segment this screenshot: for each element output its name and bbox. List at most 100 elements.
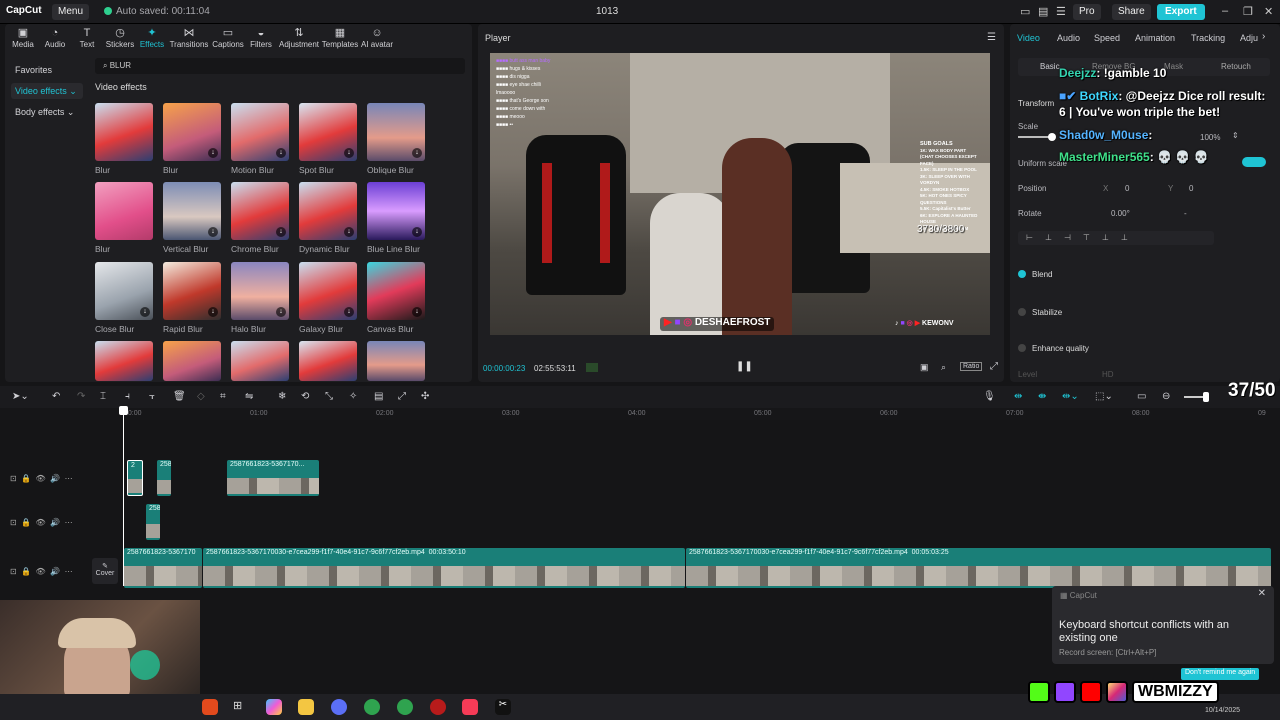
chrome-icon[interactable]: [364, 699, 380, 715]
chrome-icon-2[interactable]: [397, 699, 413, 715]
share-button[interactable]: Share: [1112, 4, 1151, 20]
stabilize-checkbox[interactable]: [1018, 308, 1026, 316]
rotate-value[interactable]: 0.00°: [1111, 209, 1130, 218]
split-left-icon[interactable]: ⫞: [125, 391, 130, 402]
pen-app-icon[interactable]: [202, 699, 218, 715]
marker-icon[interactable]: ◇: [197, 391, 205, 402]
mirror-icon[interactable]: ⇋: [245, 391, 253, 402]
chevron-right-icon[interactable]: ›: [1262, 31, 1265, 42]
select-tool-icon[interactable]: ➤⌄: [12, 391, 29, 402]
pos-y-value[interactable]: 0: [1189, 184, 1193, 193]
effect-thumbnail[interactable]: ↓: [367, 182, 425, 240]
tab-speed[interactable]: Speed: [1094, 33, 1120, 43]
effect-thumbnail[interactable]: ↓: [163, 182, 221, 240]
effect-thumbnail[interactable]: [367, 341, 425, 381]
timeline-clip[interactable]: 258: [146, 504, 160, 540]
download-icon[interactable]: ↓: [412, 227, 422, 237]
reverse-icon[interactable]: ⟲: [301, 391, 309, 402]
effect-thumbnail[interactable]: ↓: [367, 262, 425, 320]
expand-icon[interactable]: ⤢: [990, 361, 998, 372]
video-preview[interactable]: ■■■■ butt ass man baby ■■■■ hugs & kisses…: [490, 53, 990, 335]
tab-adjustment-props[interactable]: Adju: [1240, 33, 1258, 43]
resize-icon[interactable]: ⤢: [398, 391, 406, 402]
effect-thumbnail[interactable]: [95, 182, 153, 240]
effect-thumbnail[interactable]: [95, 341, 153, 381]
tab-tracking[interactable]: Tracking: [1191, 33, 1225, 43]
effect-thumbnail[interactable]: [231, 341, 289, 381]
rotate-flip[interactable]: -: [1184, 209, 1187, 218]
align-icon[interactable]: ⬚⌄: [1095, 391, 1113, 402]
motion-tracking-icon[interactable]: ✣: [421, 391, 429, 402]
track-controls[interactable]: ⊡ 🔒 👁 🔊 ⋯: [10, 518, 73, 527]
pause-button[interactable]: ❚❚: [736, 361, 753, 372]
playhead-handle[interactable]: [119, 406, 128, 415]
blend-label[interactable]: Blend: [1032, 270, 1052, 279]
effect-thumbnail[interactable]: ↓: [299, 262, 357, 320]
download-icon[interactable]: ↓: [412, 307, 422, 317]
menu-button[interactable]: Menu: [52, 4, 90, 20]
download-icon[interactable]: ↓: [344, 227, 354, 237]
settings-icon[interactable]: ☰: [1056, 5, 1066, 18]
enhance-quality-label[interactable]: Enhance quality: [1032, 344, 1089, 353]
main-track-clip[interactable]: 2587661823-5367170030-e7cea299-f1f7-40e4…: [203, 548, 685, 588]
timecode-format-icon[interactable]: [586, 363, 598, 372]
capcut-taskbar-icon[interactable]: ✂: [495, 699, 511, 715]
enhance-checkbox[interactable]: [1018, 344, 1026, 352]
effect-thumbnail[interactable]: ↓: [299, 182, 357, 240]
project-title[interactable]: 1013: [596, 6, 618, 17]
effect-thumbnail[interactable]: ↓: [231, 262, 289, 320]
effect-thumbnail[interactable]: ↓: [231, 182, 289, 240]
redo-icon[interactable]: ↷: [77, 391, 85, 402]
freeze-icon[interactable]: ❄: [278, 391, 286, 402]
effect-thumbnail[interactable]: ↓: [367, 103, 425, 161]
close-icon[interactable]: ✕: [1264, 5, 1273, 18]
scale-slider[interactable]: [1018, 136, 1052, 138]
link-icon[interactable]: ⇼: [1038, 391, 1046, 402]
download-icon[interactable]: ↓: [344, 307, 354, 317]
magic-icon[interactable]: ✧: [349, 391, 357, 402]
align-buttons[interactable]: ⊢⊥⊣⊤⊥⊥: [1018, 231, 1214, 245]
effect-thumbnail[interactable]: ↓: [163, 262, 221, 320]
download-icon[interactable]: ↓: [276, 227, 286, 237]
speed-icon[interactable]: ⤡: [325, 391, 333, 402]
crop-icon[interactable]: ⌗: [220, 391, 226, 402]
task-view-icon[interactable]: ⊞: [233, 699, 249, 715]
zoom-slider-handle[interactable]: [1203, 392, 1209, 402]
pro-button[interactable]: Pro: [1073, 4, 1101, 20]
caption-icon[interactable]: ▤: [374, 391, 383, 402]
timeline-ruler[interactable]: 00:00 01:00 02:00 03:00 04:00 05:00 06:0…: [0, 408, 1280, 420]
timeline-clip[interactable]: 2587661823-5367170...: [227, 460, 319, 496]
main-track-clip[interactable]: 2587661823-5367170: [124, 548, 202, 588]
effect-thumbnail[interactable]: [163, 341, 221, 381]
blend-checkbox[interactable]: [1018, 270, 1026, 278]
music-icon[interactable]: [462, 699, 478, 715]
ratio-button[interactable]: Ratio: [960, 362, 983, 371]
download-icon[interactable]: ↓: [344, 148, 354, 158]
download-icon[interactable]: ↓: [208, 227, 218, 237]
main-track-magnet-icon[interactable]: ⇹: [1014, 391, 1022, 402]
level-value[interactable]: HD: [1102, 370, 1114, 379]
main-track-clip[interactable]: 2587661823-5367170030-e7cea299-f1f7-40e4…: [686, 548, 1271, 588]
microphone-icon[interactable]: 🎙: [983, 391, 996, 402]
timeline-clip[interactable]: 258: [157, 460, 171, 496]
download-icon[interactable]: ↓: [208, 307, 218, 317]
copilot-icon[interactable]: [266, 699, 282, 715]
track-controls[interactable]: ⊡ 🔒 👁 🔊 ⋯: [10, 567, 73, 576]
layout-icon[interactable]: ▭: [1020, 5, 1030, 18]
effect-thumbnail[interactable]: ↓: [95, 262, 153, 320]
effect-thumbnail[interactable]: ↓: [231, 103, 289, 161]
download-icon[interactable]: ↓: [140, 307, 150, 317]
discord-icon[interactable]: [331, 699, 347, 715]
cover-button[interactable]: ✎ Cover: [92, 558, 118, 584]
effect-thumbnail[interactable]: ↓: [299, 103, 357, 161]
preview-axis-icon[interactable]: ⇹⌄: [1062, 391, 1079, 402]
zoom-out-icon[interactable]: ⊖: [1162, 391, 1170, 402]
fit-timeline-icon[interactable]: ▭: [1137, 391, 1146, 402]
close-icon[interactable]: ✕: [1258, 588, 1266, 599]
zoom-fit-icon[interactable]: ⌕: [941, 362, 946, 373]
minimize-icon[interactable]: –: [1222, 5, 1228, 17]
split-right-icon[interactable]: ⫟: [149, 391, 155, 402]
stabilize-label[interactable]: Stabilize: [1032, 308, 1062, 317]
download-icon[interactable]: ↓: [208, 148, 218, 158]
pos-x-value[interactable]: 0: [1125, 184, 1129, 193]
